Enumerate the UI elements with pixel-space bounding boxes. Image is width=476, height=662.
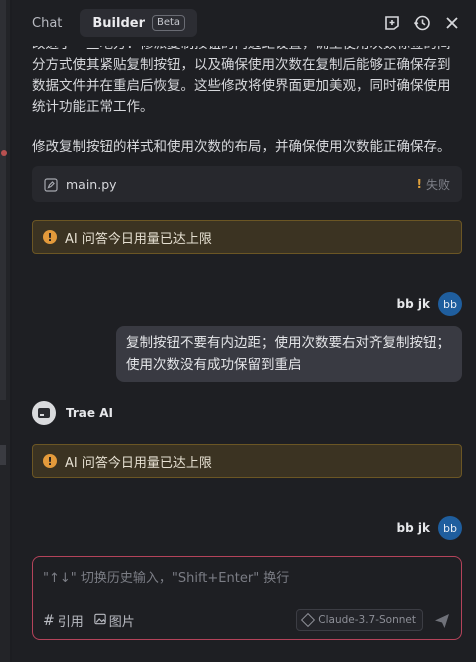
user-message-header-2: bb jk bb: [397, 516, 462, 540]
user-name: bb jk: [396, 521, 430, 535]
trae-ai-avatar-icon: [32, 401, 56, 425]
history-icon[interactable]: [412, 13, 432, 33]
file-status-label: 失败: [425, 177, 450, 192]
tab-chat-label: Chat: [32, 15, 63, 31]
file-change-card[interactable]: main.py ! 失败: [32, 166, 462, 202]
builder-panel: Chat Builder Beta 改进了一些地方：修派复制按钮的内边距设置，确…: [12, 0, 476, 662]
chat-input-placeholder[interactable]: "↑↓" 切换历史输入，"Shift+Enter" 换行: [43, 567, 289, 586]
model-cube-icon: [301, 612, 316, 628]
ai-message-header: Trae AI: [32, 401, 113, 425]
message-list: 改进了一些地方：修派复制按钮的内边距设置，确至使用次数标签的间分方式使其紧贴复制…: [12, 46, 476, 546]
edit-file-icon: [44, 177, 58, 192]
avatar: bb: [438, 516, 462, 540]
panel-header: Chat Builder Beta: [12, 0, 476, 46]
quota-warning: ! AI 问答今日用量已达上限: [32, 220, 462, 254]
header-actions: [382, 13, 462, 33]
tab-builder[interactable]: Builder Beta: [80, 9, 198, 37]
ai-name: Trae AI: [66, 406, 113, 420]
reference-button[interactable]: # 引用: [43, 611, 84, 631]
quota-warning-2: ! AI 问答今日用量已达上限: [32, 444, 462, 478]
new-chat-icon[interactable]: [382, 13, 402, 33]
hash-icon: #: [43, 612, 55, 629]
warning-mark-icon: !: [416, 177, 422, 191]
tab-chat[interactable]: Chat: [20, 10, 74, 37]
quota-warning-text: AI 问答今日用量已达上限: [65, 455, 212, 471]
reference-label: 引用: [57, 615, 84, 630]
assistant-message-text: 改进了一些地方：修派复制按钮的内边距设置，确至使用次数标签的间分方式使其紧贴复制…: [32, 46, 451, 115]
left-sidebar-edge: [0, 0, 10, 662]
sidebar-edge-panel: [0, 0, 6, 400]
user-message-header: bb jk bb: [397, 292, 462, 316]
model-name: Claude-3.7-Sonnet: [318, 614, 416, 626]
avatar: bb: [438, 292, 462, 316]
close-icon[interactable]: [442, 13, 462, 33]
warning-icon: !: [43, 230, 57, 244]
tab-builder-label: Builder: [92, 15, 145, 31]
chat-input-box[interactable]: "↑↓" 切换历史输入，"Shift+Enter" 换行 # 引用 图片 Cla…: [32, 556, 462, 640]
file-name: main.py: [66, 176, 117, 192]
sidebar-error-dot: [1, 150, 7, 156]
image-label: 图片: [108, 615, 135, 630]
sidebar-edge-selected: [0, 445, 6, 465]
image-button[interactable]: 图片: [94, 611, 135, 630]
assistant-summary-text: 修改复制按钮的样式和使用次数的布局，并确保使用次数能正确保存。: [32, 139, 451, 155]
user-message-bubble: 复制按钮不要有内边距；使用次数要右对齐复制按钮；使用次数没有成功保留到重启: [116, 326, 462, 382]
image-icon: [94, 613, 106, 629]
quota-warning-text: AI 问答今日用量已达上限: [65, 231, 212, 247]
file-status: ! 失败: [417, 176, 451, 193]
input-toolbar: # 引用 图片: [43, 611, 135, 631]
user-name: bb jk: [396, 297, 430, 311]
warning-icon: !: [43, 454, 57, 468]
send-icon[interactable]: [433, 612, 451, 630]
model-selector[interactable]: Claude-3.7-Sonnet: [296, 609, 423, 631]
beta-badge: Beta: [152, 15, 186, 31]
